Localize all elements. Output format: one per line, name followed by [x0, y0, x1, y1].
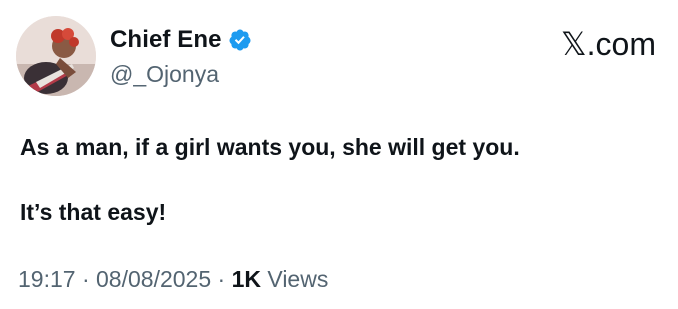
display-name[interactable]: Chief Ene: [110, 26, 222, 54]
views-count: 1K: [231, 266, 261, 292]
tweet-line: As a man, if a girl wants you, she will …: [20, 134, 520, 160]
tweet-time[interactable]: 19:17: [18, 266, 76, 292]
meta-separator: ·: [75, 266, 97, 292]
tweet-line: It’s that easy!: [20, 199, 167, 225]
user-handle[interactable]: @_Ojonya: [110, 61, 219, 88]
meta-separator: ·: [211, 266, 232, 292]
verified-badge-icon: [229, 29, 251, 51]
avatar-photo: [16, 16, 96, 96]
tweet-date[interactable]: 08/08/2025: [96, 266, 211, 292]
x-brand-logo: 𝕏.com: [560, 26, 656, 62]
tweet-meta: 19:17 · 08/08/2025 · 1K Views: [18, 266, 328, 293]
name-row: Chief Ene: [110, 26, 252, 54]
tweet-text: As a man, if a girl wants you, she will …: [20, 132, 650, 227]
views-label: Views: [261, 266, 329, 292]
tweet-card: Chief Ene @_Ojonya 𝕏.com As a man, if a …: [0, 0, 678, 309]
avatar[interactable]: [16, 16, 96, 96]
